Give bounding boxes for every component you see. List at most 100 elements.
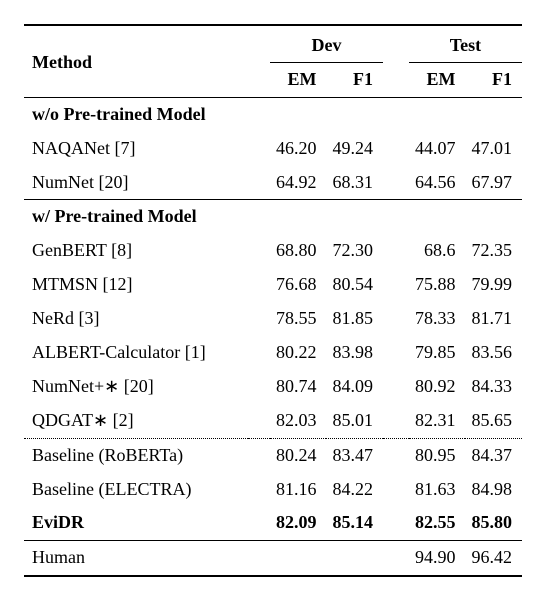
- dev-em: 80.74: [270, 370, 327, 404]
- gap: [383, 541, 409, 576]
- col-test-f1: F1: [465, 62, 522, 97]
- dev-em: 80.22: [270, 336, 327, 370]
- test-em: 82.31: [409, 404, 466, 438]
- gap: [383, 268, 409, 302]
- gap: [248, 473, 270, 507]
- col-gap: [248, 62, 270, 97]
- test-em: 81.63: [409, 473, 466, 507]
- gap: [383, 506, 409, 540]
- test-f1: 67.97: [465, 166, 522, 200]
- dev-em: 76.68: [270, 268, 327, 302]
- col-test: Test: [409, 25, 522, 62]
- test-em: 68.6: [409, 234, 466, 268]
- gap: [248, 336, 270, 370]
- test-em: 75.88: [409, 268, 466, 302]
- test-em: 80.95: [409, 438, 466, 472]
- test-f1: 83.56: [465, 336, 522, 370]
- method-cell: MTMSN [12]: [24, 268, 248, 302]
- table-row: QDGAT∗ [2]82.0385.0182.3185.65: [24, 404, 522, 438]
- dev-em: 78.55: [270, 302, 327, 336]
- dev-em: [270, 541, 327, 576]
- test-em: 94.90: [409, 541, 466, 576]
- dev-f1: 81.85: [326, 302, 383, 336]
- method-cell: ALBERT-Calculator [1]: [24, 336, 248, 370]
- test-f1: 85.65: [465, 404, 522, 438]
- table-row: NumNet [20]64.9268.3164.5667.97: [24, 166, 522, 200]
- test-f1: 79.99: [465, 268, 522, 302]
- method-cell: GenBERT [8]: [24, 234, 248, 268]
- test-em: 80.92: [409, 370, 466, 404]
- gap: [383, 234, 409, 268]
- section-head: w/o Pre-trained Model: [24, 97, 522, 131]
- col-dev: Dev: [270, 25, 383, 62]
- gap: [248, 268, 270, 302]
- test-f1: 84.98: [465, 473, 522, 507]
- test-em: 82.55: [409, 506, 466, 540]
- test-em: 78.33: [409, 302, 466, 336]
- dev-f1: 49.24: [326, 132, 383, 166]
- dev-f1: 84.22: [326, 473, 383, 507]
- gap: [383, 166, 409, 200]
- section-head: w/ Pre-trained Model: [24, 200, 522, 234]
- method-cell: Baseline (ELECTRA): [24, 473, 248, 507]
- table-row: NeRd [3] 78.5581.85 78.3381.71: [24, 302, 522, 336]
- test-f1: 84.37: [465, 438, 522, 472]
- gap: [248, 166, 270, 200]
- table-row: EviDR82.0985.1482.5585.80: [24, 506, 522, 540]
- test-f1: 85.80: [465, 506, 522, 540]
- method-cell: NumNet+∗ [20]: [24, 370, 248, 404]
- col-test-em: EM: [409, 62, 466, 97]
- human-row: Human 94.9096.42: [24, 541, 522, 576]
- table-row: NumNet+∗ [20] 80.7484.09 80.9284.33: [24, 370, 522, 404]
- gap: [248, 438, 270, 472]
- gap: [383, 404, 409, 438]
- method-cell: NeRd [3]: [24, 302, 248, 336]
- test-f1: 72.35: [465, 234, 522, 268]
- table-row: GenBERT [8]68.8072.3068.672.35: [24, 234, 522, 268]
- method-cell: EviDR: [24, 506, 248, 540]
- gap: [383, 370, 409, 404]
- col-method: Method: [24, 25, 248, 97]
- gap: [383, 336, 409, 370]
- dev-f1: 84.09: [326, 370, 383, 404]
- dev-f1: 85.01: [326, 404, 383, 438]
- gap: [383, 132, 409, 166]
- test-f1: 84.33: [465, 370, 522, 404]
- gap: [383, 438, 409, 472]
- table-row: ALBERT-Calculator [1] 80.2283.98 79.8583.5…: [24, 336, 522, 370]
- dev-f1: 83.98: [326, 336, 383, 370]
- col-gap: [383, 25, 409, 62]
- dev-f1: 83.47: [326, 438, 383, 472]
- gap: [248, 132, 270, 166]
- dev-em: 80.24: [270, 438, 327, 472]
- dev-em: 82.09: [270, 506, 327, 540]
- method-cell: QDGAT∗ [2]: [24, 404, 248, 438]
- test-f1: 96.42: [465, 541, 522, 576]
- method-cell: Human: [24, 541, 248, 576]
- test-em: 79.85: [409, 336, 466, 370]
- table-row: NAQANet [7]46.2049.2444.0747.01: [24, 132, 522, 166]
- table-row: Baseline (ELECTRA) 81.1684.22 81.6384.98: [24, 473, 522, 507]
- table-row: Baseline (RoBERTa) 80.2483.47 80.9584.37: [24, 438, 522, 472]
- table-row: MTMSN [12] 76.6880.54 75.8879.99: [24, 268, 522, 302]
- col-gap: [383, 62, 409, 97]
- dev-f1: 80.54: [326, 268, 383, 302]
- gap: [248, 302, 270, 336]
- test-f1: 47.01: [465, 132, 522, 166]
- gap: [383, 473, 409, 507]
- results-table: MethodDevTestEMF1EMF1w/o Pre-trained Mod…: [24, 24, 522, 577]
- test-em: 64.56: [409, 166, 466, 200]
- method-cell: NAQANet [7]: [24, 132, 248, 166]
- gap: [383, 302, 409, 336]
- gap: [248, 370, 270, 404]
- col-dev-f1: F1: [326, 62, 383, 97]
- dev-f1: 68.31: [326, 166, 383, 200]
- test-f1: 81.71: [465, 302, 522, 336]
- dev-em: 81.16: [270, 473, 327, 507]
- method-cell: Baseline (RoBERTa): [24, 438, 248, 472]
- col-gap: [248, 25, 270, 62]
- gap: [248, 541, 270, 576]
- gap: [248, 234, 270, 268]
- gap: [248, 404, 270, 438]
- method-cell: NumNet [20]: [24, 166, 248, 200]
